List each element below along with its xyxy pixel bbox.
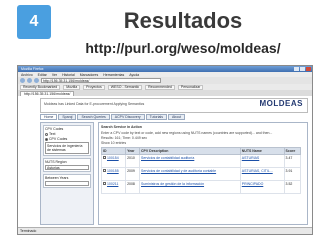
menu-item[interactable]: Marcadores [80,73,98,77]
results-panel: Search Service in Action Enter a CPV cod… [98,122,308,225]
cell-score: 3.52 [283,180,302,194]
back-icon[interactable] [20,78,25,83]
moldeas-logo: MOLDEAS [259,99,303,108]
nuts-box: NUTS Region Asturias [43,158,91,172]
checkbox-icon[interactable] [103,182,106,185]
nuts-field[interactable]: Asturias [45,165,89,170]
id-link[interactable]: 100154 [107,156,119,160]
tab-acpv-discovery[interactable]: ACPV Discovery [110,114,145,120]
page-banner: Moldeas has Linked Data for E-procuremen… [40,98,308,113]
cell-desc: Servicios de contabilidad y de auditoría… [139,167,241,181]
table-row[interactable]: 100155 2009 Servicios de contabilidad y … [100,167,302,181]
search-form-panel: CPV Codes Text CPV Codes Servicios de in… [40,122,94,225]
bookmark-item[interactable]: Personalizar [177,84,204,90]
bookmark-item[interactable]: Recently Bookmarked [20,84,61,90]
cpv-section-label: CPV Codes [45,127,64,131]
cell-nuts: ASTURIAS, CITIL... [239,167,285,181]
id-link[interactable]: 100211 [107,182,118,186]
cell-score: 3.47 [283,154,302,168]
years-label: Between Years [45,176,69,180]
bookmark-item[interactable]: Proyectos [83,84,105,90]
page-tabs: Home Sparql Search Queries ACPV Discover… [40,114,186,120]
column-header[interactable]: Score [283,147,302,155]
status-bar: Terminado [18,227,312,234]
nuts-link[interactable]: ASTURIAS, CITIL... [242,169,273,173]
results-table: ID Year CPV Description NUTS Name Score … [100,147,302,194]
years-field[interactable] [45,181,89,186]
bookmark-item[interactable]: WESO - Semantic [107,84,143,90]
entries-selector[interactable]: Show 10 entries [101,141,305,145]
bookmark-item[interactable]: Mozilla [63,84,81,90]
cell-year: 2010 [125,154,140,168]
tab-about[interactable]: About [167,114,186,120]
tab-tutorials[interactable]: Tutorials [145,114,167,120]
column-header[interactable]: CPV Description [139,147,241,155]
maximize-icon[interactable] [300,67,305,71]
cpv-select[interactable]: Servicios de ingeniería de sistemas [45,142,89,154]
bookmark-item[interactable]: Recommended [145,84,175,90]
cell-nuts: ASTURIAS [239,154,285,168]
forward-icon[interactable] [27,78,32,83]
radio-icon[interactable] [45,132,48,136]
results-stats: Results: 161; Time: 0.449 sec [101,136,148,140]
menu-item[interactable]: Ver [52,73,57,77]
cell-id[interactable]: 100155 [100,167,127,181]
cell-nuts: PRINCIPADO [239,180,285,194]
column-header[interactable]: Year [125,147,140,155]
table-row[interactable]: 100154 2010 Servicios de contabilidad au… [100,154,302,168]
menu-item[interactable]: Historial [62,73,75,77]
cpv-codes-box: CPV Codes Text CPV Codes Servicios de in… [43,125,91,156]
menu-item[interactable]: Editar [38,73,47,77]
id-link[interactable]: 100155 [107,169,119,173]
desc-link[interactable]: Servicios de contabilidad y de auditoría… [141,169,216,173]
tab-search-queries[interactable]: Search Queries [77,114,110,120]
slide-title: Resultados [123,8,243,33]
page-subtitle: Moldeas has Linked Data for E-procuremen… [44,102,145,106]
column-header[interactable]: NUTS Name [239,147,285,155]
close-icon[interactable] [306,67,311,71]
cell-score: 3.91 [283,167,302,181]
results-intro: Enter a CPV code by text or code, add ne… [101,131,273,135]
cell-year: 2008 [125,180,140,194]
checkbox-icon[interactable] [103,169,106,172]
page-content: Moldeas has Linked Data for E-procuremen… [18,96,312,227]
menu-item[interactable]: Herramientas [103,73,124,77]
slide: 4 Resultados http://purl.org/weso/moldea… [0,0,320,240]
slide-url: http://purl.org/weso/moldeas/ [85,40,281,56]
option-text-row[interactable]: Text [45,132,89,136]
navigation-bar: http://156.35.31.156/moldeas/ [18,77,312,84]
status-text: Terminado [20,229,37,233]
nuts-link[interactable]: ASTURIAS [242,156,260,160]
checkbox-icon[interactable] [103,156,106,159]
window-controls [294,67,312,71]
address-bar[interactable]: http://156.35.31.156/moldeas/ [41,78,161,83]
nuts-link[interactable]: PRINCIPADO [242,182,264,186]
menu-item[interactable]: Ayuda [129,73,139,77]
window-title: Mozilla Firefox [21,67,44,71]
tab-home[interactable]: Home [40,114,58,120]
reload-icon[interactable] [34,78,39,83]
browser-screenshot: Mozilla Firefox Archivo Editar Ver Histo… [17,65,313,235]
radio-selected-icon[interactable] [45,137,48,141]
desc-link[interactable]: Suministros de gestión de la información [141,182,204,186]
table-row[interactable]: 100211 2008 Suministros de gestión de la… [100,180,302,194]
table-header-row: ID Year CPV Description NUTS Name Score [100,147,302,155]
nuts-label: NUTS Region [45,160,67,164]
desc-link[interactable]: Servicios de contabilidad auditoría [141,156,194,160]
results-title: Search Service in Action [101,125,142,129]
minimize-icon[interactable] [294,67,299,71]
tab-sparql[interactable]: Sparql [58,114,77,120]
cell-id[interactable]: 100154 [100,154,127,168]
cell-desc: Servicios de contabilidad auditoría [139,154,241,168]
option-codes-row[interactable]: CPV Codes [45,137,89,141]
years-box: Between Years [43,174,91,188]
column-header[interactable]: ID [100,147,127,155]
option-text-label: Text [49,132,56,136]
cell-desc: Suministros de gestión de la información [139,180,241,194]
cell-year: 2009 [125,167,140,181]
option-codes-label: CPV Codes [49,137,68,141]
cell-id[interactable]: 100211 [100,180,127,194]
menu-item[interactable]: Archivo [21,73,33,77]
address-text: http://156.35.31.156/moldeas/ [43,78,90,83]
